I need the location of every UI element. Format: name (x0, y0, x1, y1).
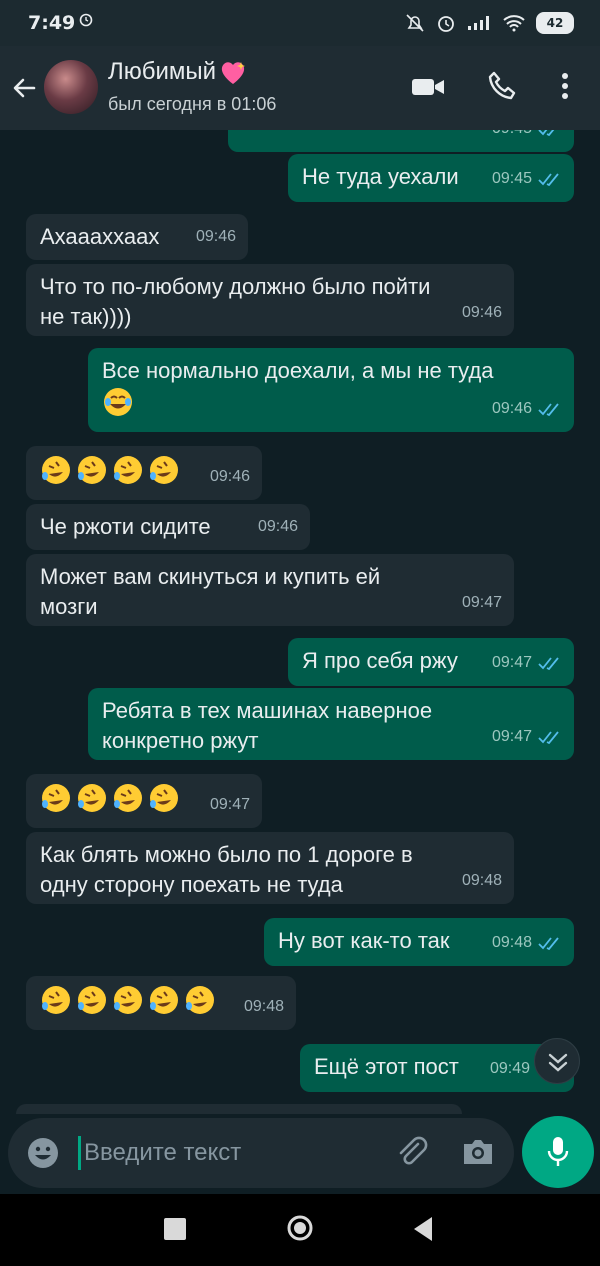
message-outgoing[interactable]: Ребята в тех машинах наверное конкретно … (88, 688, 574, 760)
message-incoming[interactable]: Что то по-любому должно было пойти не та… (26, 264, 514, 336)
rolling-on-floor-laughing-icon (78, 986, 106, 1015)
rolling-on-floor-laughing-icon (150, 986, 178, 1015)
message-text: Все нормально доехали, а мы не туда (102, 358, 494, 383)
signal-icon (468, 16, 489, 30)
message-time: 09:48 (461, 872, 502, 889)
phone-call-icon[interactable] (486, 70, 518, 102)
emoji-row (40, 456, 184, 485)
last-seen: был сегодня в 01:06 (108, 94, 277, 114)
alarm-clock-icon (438, 16, 454, 32)
message-text: Что то по-любому должно было пойти не та… (40, 274, 431, 329)
message-text: Ну вот как-то так (278, 928, 450, 953)
message-incoming[interactable]: Че ржоти сидите 09:46 (26, 504, 310, 550)
read-receipt-icon (538, 403, 559, 416)
message-time: 09:46 (461, 304, 502, 321)
back-arrow-icon[interactable] (10, 74, 38, 102)
message-composer (8, 1118, 514, 1188)
nav-back-icon[interactable] (410, 1214, 436, 1244)
emoji-row (40, 986, 220, 1015)
recents-button[interactable] (164, 1218, 186, 1240)
message-text: Че ржоти сидите (40, 514, 211, 539)
message-text: Может вам скинуться и купить ей мозги (40, 564, 381, 619)
system-navigation-bar (0, 1194, 600, 1266)
message-time: 09:46 (209, 468, 250, 485)
message-time: 09:46 (491, 400, 532, 417)
message-incoming-emoji[interactable]: 09:47 (26, 774, 262, 828)
rolling-on-floor-laughing-icon (114, 986, 142, 1015)
rolling-on-floor-laughing-icon (78, 456, 106, 485)
message-time: 09:47 (491, 654, 532, 671)
status-time: 7:49 (28, 12, 76, 34)
rolling-on-floor-laughing-icon (150, 456, 178, 485)
camera-icon[interactable] (460, 1136, 496, 1168)
message-list[interactable]: 09:45 Не туда уехали 09:45 Ахаааххаах 09… (0, 130, 600, 1114)
rolling-on-floor-laughing-icon (114, 784, 142, 813)
message-text: Как блять можно было по 1 дороге в одну … (40, 842, 413, 897)
message-time: 09:48 (243, 998, 284, 1015)
rolling-on-floor-laughing-icon (42, 456, 70, 485)
message-outgoing[interactable]: Не туда уехали 09:45 (288, 154, 574, 202)
message-outgoing[interactable]: Все нормально доехали, а мы не туда 09:4… (88, 348, 574, 432)
read-receipt-icon (538, 173, 559, 186)
rolling-on-floor-laughing-icon (42, 986, 70, 1015)
status-bar: 7:49 42 (0, 0, 600, 46)
wifi-icon (503, 15, 525, 32)
rolling-on-floor-laughing-icon (78, 784, 106, 813)
emoji-icon[interactable] (26, 1136, 60, 1170)
message-time: 09:49 (489, 1060, 530, 1077)
video-call-icon[interactable] (410, 74, 446, 100)
sparkling-heart-icon (221, 61, 246, 84)
message-time: 09:47 (461, 594, 502, 611)
read-receipt-icon (538, 937, 559, 950)
message-incoming-emoji[interactable]: 09:48 (26, 976, 296, 1030)
rolling-on-floor-laughing-icon (186, 986, 214, 1015)
text-cursor (78, 1136, 81, 1170)
chat-header: Любимый был сегодня в 01:06 (0, 46, 600, 130)
message-time: 09:47 (491, 728, 532, 745)
scroll-to-bottom-button[interactable] (534, 1038, 580, 1084)
alarm-icon (79, 13, 93, 27)
contact-title[interactable]: Любимый (108, 58, 248, 86)
message-outgoing[interactable]: Ну вот как-то так 09:48 (264, 918, 574, 966)
message-time: 09:46 (257, 518, 298, 535)
message-outgoing[interactable]: Ещё этот пост 09:49 (300, 1044, 574, 1092)
voice-message-button[interactable] (522, 1116, 594, 1188)
face-with-tears-of-joy-icon (104, 388, 132, 417)
message-text: Не туда уехали (302, 164, 459, 189)
message-time: 09:48 (491, 934, 532, 951)
message-incoming[interactable]: Ахаааххаах 09:46 (26, 214, 248, 260)
emoji-row (40, 784, 184, 813)
contact-avatar[interactable] (44, 60, 98, 114)
message-outgoing[interactable]: Я про себя ржу 09:47 (288, 638, 574, 686)
read-receipt-icon (538, 657, 559, 670)
message-incoming[interactable]: Как блять можно было по 1 дороге в одну … (26, 832, 514, 904)
message-input[interactable] (84, 1136, 384, 1170)
message-time: 09:46 (195, 228, 236, 245)
message-text: Я про себя ржу (302, 648, 458, 673)
message-text: Ещё этот пост (314, 1054, 459, 1079)
message-incoming[interactable]: Может вам скинуться и купить ей мозги 09… (26, 554, 514, 626)
message-incoming-emoji[interactable]: 09:46 (26, 446, 262, 500)
more-options-icon[interactable] (556, 70, 574, 102)
message-incoming-partial[interactable] (16, 1104, 462, 1114)
message-outgoing[interactable]: 09:45 (228, 130, 574, 152)
message-time: 09:45 (491, 170, 532, 187)
mute-bell-icon (406, 14, 424, 32)
contact-name: Любимый (108, 58, 217, 85)
battery-indicator: 42 (536, 12, 574, 34)
message-text: Ахаааххаах (40, 224, 160, 249)
message-text: Ребята в тех машинах наверное конкретно … (102, 698, 433, 753)
microphone-icon (547, 1137, 569, 1166)
message-time: 09:45 (492, 130, 532, 144)
rolling-on-floor-laughing-icon (42, 784, 70, 813)
message-time: 09:47 (209, 796, 250, 813)
rolling-on-floor-laughing-icon (114, 456, 142, 485)
double-chevron-down-icon (548, 1053, 568, 1072)
read-receipt-icon (538, 731, 559, 744)
read-receipt-icon (538, 130, 555, 136)
paperclip-icon[interactable] (394, 1134, 428, 1168)
rolling-on-floor-laughing-icon (150, 784, 178, 813)
home-button-icon[interactable] (286, 1214, 314, 1242)
